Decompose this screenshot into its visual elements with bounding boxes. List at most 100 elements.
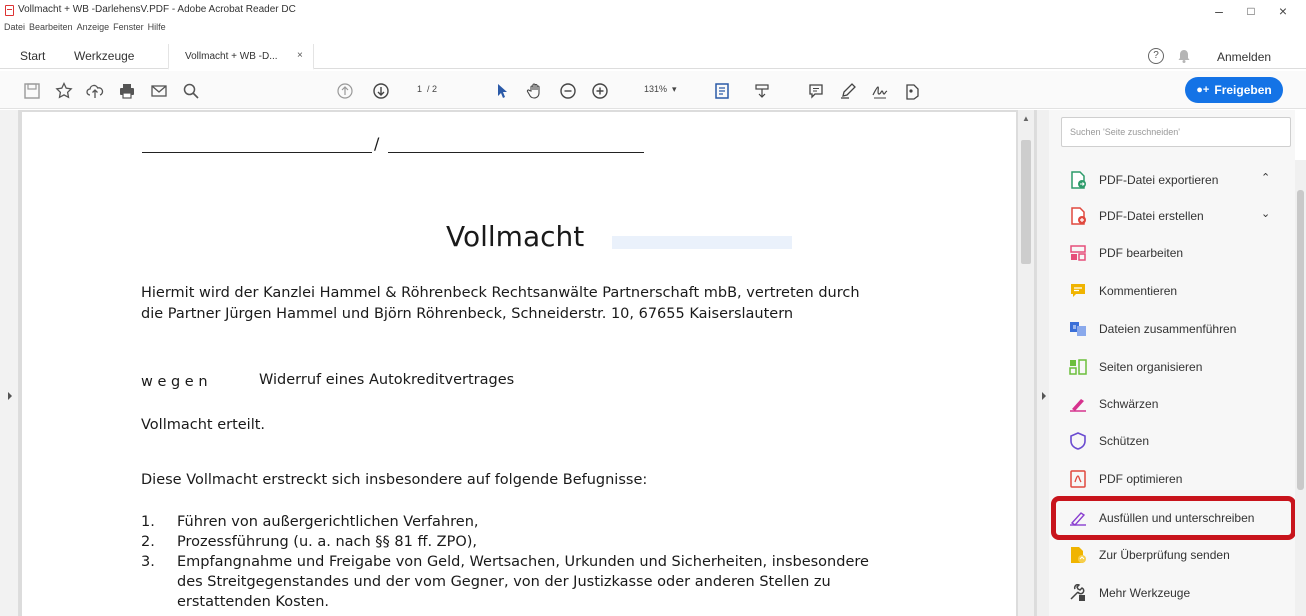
document-scrollbar[interactable]: ▲	[1018, 110, 1034, 616]
tool-optimize-pdf[interactable]: PDF optimieren	[1049, 461, 1295, 497]
menu-bearbeiten[interactable]: Bearbeiten	[29, 22, 73, 36]
bell-icon[interactable]	[1176, 48, 1192, 64]
highlight-pen-icon[interactable]	[838, 81, 858, 101]
tools-search-input[interactable]	[1062, 118, 1290, 146]
zoom-in-icon[interactable]	[590, 81, 610, 101]
list-item-continuation: erstattenden Kosten.	[177, 594, 330, 610]
chevron-up-icon[interactable]: ⌃	[1261, 171, 1270, 184]
tool-edit-pdf[interactable]: PDF bearbeiten	[1049, 235, 1295, 271]
tool-label: Schwärzen	[1099, 397, 1159, 411]
tool-redact[interactable]: Schwärzen	[1049, 386, 1295, 422]
tab-start[interactable]: Start	[20, 49, 45, 63]
organize-pages-icon	[1069, 358, 1087, 376]
menu-fenster[interactable]: Fenster	[113, 22, 144, 36]
tools-pane-scrollbar-thumb[interactable]	[1297, 190, 1304, 490]
share-button[interactable]: ●+ Freigeben	[1185, 77, 1283, 103]
stamp-tag-icon[interactable]	[902, 81, 922, 101]
bookmark-star-icon[interactable]	[54, 81, 74, 101]
list-item: Empfangnahme und Freigabe von Geld, Wert…	[177, 554, 869, 570]
menu-bar: Datei Bearbeiten Anzeige Fenster Hilfe	[0, 22, 166, 36]
chevron-down-icon[interactable]: ⌄	[1261, 207, 1270, 220]
tool-combine-files[interactable]: Dateien zusammenführen	[1049, 311, 1295, 347]
zoom-out-icon[interactable]	[558, 81, 578, 101]
help-icon[interactable]: ?	[1148, 48, 1164, 64]
tool-label: PDF-Datei erstellen	[1099, 209, 1204, 223]
tool-create-pdf[interactable]: PDF-Datei erstellen ⌄	[1049, 198, 1295, 234]
intro-line-2: die Partner Jürgen Hammel und Björn Röhr…	[141, 306, 794, 322]
shield-icon	[1069, 432, 1087, 450]
minimize-button[interactable]: –	[1206, 2, 1232, 20]
menu-anzeige[interactable]: Anzeige	[77, 22, 110, 36]
intro-line-1: Hiermit wird der Kanzlei Hammel & Röhren…	[141, 285, 860, 301]
pdf-page: / Vollmacht Hiermit wird der Kanzlei Ham…	[22, 112, 1016, 616]
menu-hilfe[interactable]: Hilfe	[148, 22, 166, 36]
granted-text: Vollmacht erteilt.	[141, 417, 266, 433]
main-toolbar: 1 / 2 131% ▾	[0, 71, 1306, 109]
fit-page-icon[interactable]	[712, 81, 732, 101]
tool-export-pdf[interactable]: PDF-Datei exportieren ⌃	[1049, 162, 1295, 198]
tool-organize-pages[interactable]: Seiten organisieren	[1049, 349, 1295, 385]
menu-datei[interactable]: Datei	[4, 22, 25, 36]
mail-icon[interactable]	[149, 81, 169, 101]
more-tools-icon	[1069, 583, 1087, 602]
document-heading: Vollmacht	[446, 220, 585, 253]
signature-icon[interactable]	[870, 81, 890, 101]
tool-label: PDF bearbeiten	[1099, 246, 1184, 260]
tab-document[interactable]: Vollmacht + WB -D... ×	[168, 44, 314, 70]
search-icon[interactable]	[181, 81, 201, 101]
send-review-icon	[1069, 546, 1087, 564]
tool-send-review[interactable]: Zur Überprüfung senden	[1049, 537, 1295, 573]
collapse-right-pane-icon[interactable]	[1042, 392, 1046, 400]
tools-pane-scrollbar[interactable]	[1295, 160, 1306, 616]
select-cursor-icon[interactable]	[492, 81, 512, 101]
signin-link[interactable]: Anmelden	[1217, 50, 1271, 64]
current-page-input[interactable]: 1	[417, 84, 422, 94]
tab-werkzeuge[interactable]: Werkzeuge	[74, 49, 134, 63]
right-pane-strip[interactable]	[1036, 110, 1049, 616]
expand-left-pane-icon[interactable]	[8, 392, 12, 400]
tool-label: Seiten organisieren	[1099, 360, 1203, 374]
zoom-value: 131%	[644, 84, 668, 94]
tools-search-field[interactable]	[1061, 117, 1291, 147]
blank-separator: /	[374, 134, 380, 153]
page-indicator[interactable]: 1 / 2	[417, 84, 437, 94]
create-pdf-icon	[1069, 207, 1087, 225]
next-page-icon[interactable]	[371, 81, 391, 101]
comment-icon[interactable]	[806, 81, 826, 101]
scrollbar-thumb[interactable]	[1021, 140, 1031, 264]
tab-close-icon[interactable]: ×	[297, 50, 303, 61]
fill-sign-highlight-box	[1051, 496, 1296, 540]
blank-line-left	[142, 152, 372, 153]
list-item-number: 1.	[141, 514, 155, 530]
total-pages: / 2	[427, 84, 438, 94]
redact-icon	[1069, 395, 1087, 413]
left-nav-strip[interactable]	[0, 110, 19, 616]
form-field-highlight[interactable]	[612, 236, 792, 249]
add-person-icon: ●+	[1196, 84, 1210, 96]
tool-comment[interactable]: Kommentieren	[1049, 273, 1295, 309]
optimize-pdf-icon	[1069, 470, 1087, 488]
tool-label: PDF-Datei exportieren	[1099, 173, 1219, 187]
acrobat-app-icon	[5, 5, 14, 16]
hand-tool-icon[interactable]	[525, 81, 545, 101]
tool-protect[interactable]: Schützen	[1049, 423, 1295, 459]
list-item: Führen von außergerichtlichen Verfahren,	[177, 514, 479, 530]
tool-label: Dateien zusammenführen	[1099, 322, 1237, 336]
list-item-number: 2.	[141, 534, 155, 550]
save-icon[interactable]	[22, 81, 42, 101]
upload-cloud-icon[interactable]	[85, 81, 105, 101]
previous-page-icon[interactable]	[335, 81, 355, 101]
list-item-number: 3.	[141, 554, 155, 570]
window-title: Vollmacht + WB -DarlehensV.PDF - Adobe A…	[18, 4, 296, 15]
wegen-value: Widerruf eines Autokreditvertrages	[259, 372, 515, 388]
list-item-continuation: des Streitgegenstandes und der vom Gegne…	[177, 574, 831, 590]
scroll-up-icon[interactable]: ▲	[1022, 114, 1030, 123]
maximize-button[interactable]: □	[1238, 2, 1264, 20]
tool-more-tools[interactable]: Mehr Werkzeuge	[1049, 575, 1295, 611]
close-window-button[interactable]: ×	[1270, 2, 1296, 20]
tab-document-label: Vollmacht + WB -D...	[185, 51, 278, 62]
scroll-mode-icon[interactable]	[752, 81, 772, 101]
print-icon[interactable]	[117, 81, 137, 101]
combine-files-icon	[1069, 320, 1087, 338]
zoom-level[interactable]: 131% ▾	[644, 84, 677, 95]
